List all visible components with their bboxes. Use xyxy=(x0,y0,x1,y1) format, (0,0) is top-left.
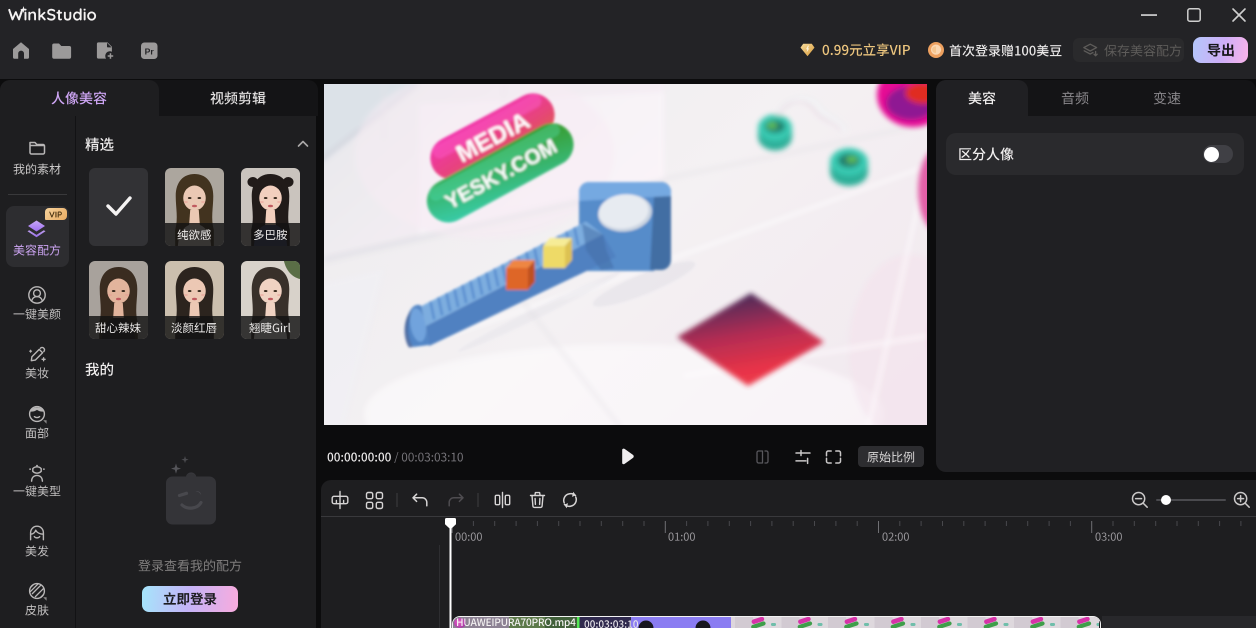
svg-text:Pr: Pr xyxy=(145,47,155,57)
